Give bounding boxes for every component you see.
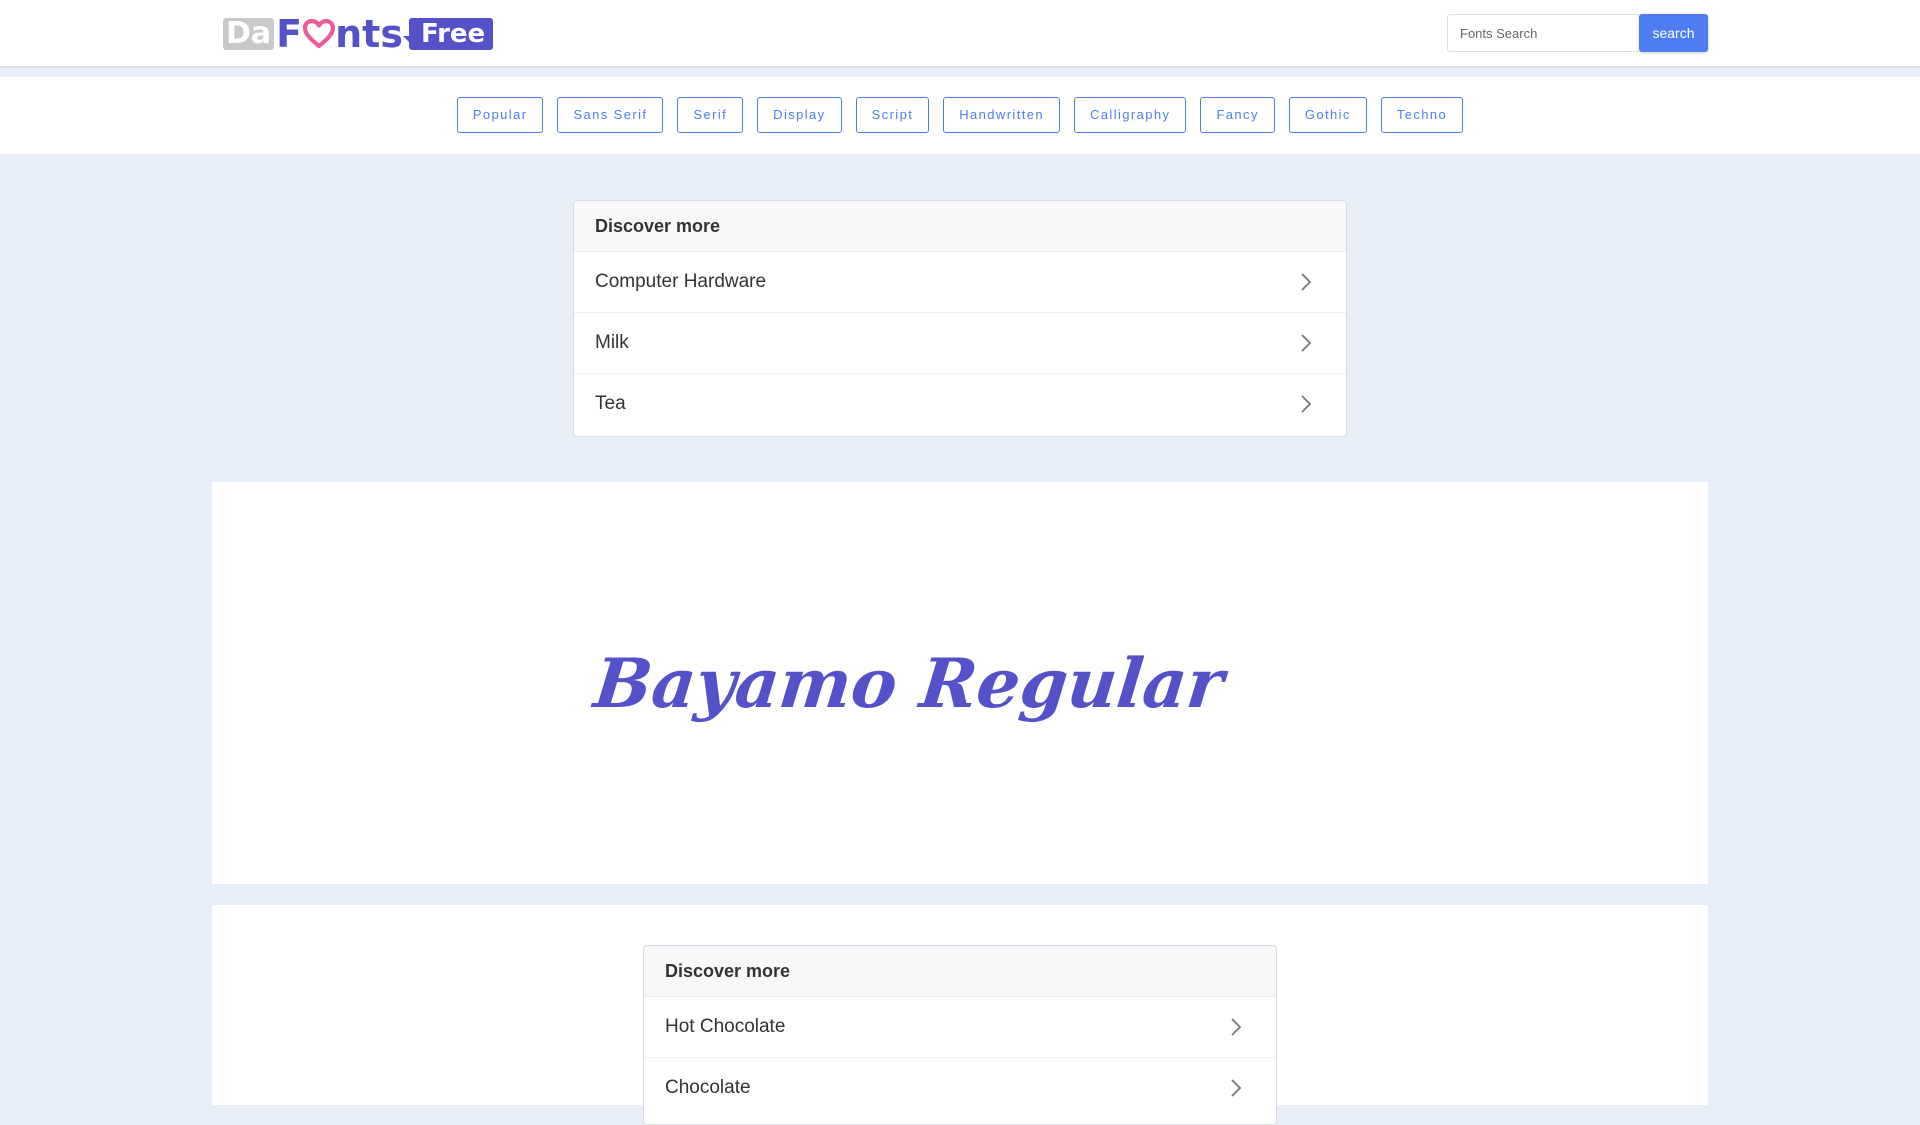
category-sans-serif-button[interactable]: Sans Serif <box>557 97 664 133</box>
search-button[interactable]: search <box>1639 14 1708 52</box>
category-serif-button[interactable]: Serif <box>677 97 744 133</box>
category-fancy-button[interactable]: Fancy <box>1200 97 1275 133</box>
category-list: Popular Sans Serif Serif Display Script Handw… <box>0 97 1920 135</box>
category-gothic-button[interactable]: Gothic <box>1288 97 1367 133</box>
heart-icon <box>303 19 336 49</box>
discover-item-label: Chocolate <box>665 1077 751 1098</box>
category-techno-button[interactable]: Techno <box>1380 97 1464 133</box>
chevron-right-icon <box>1231 1079 1242 1097</box>
category-nav: Popular Sans Serif Serif Display Script Handw… <box>0 77 1920 154</box>
logo-free-badge: Free <box>402 18 494 50</box>
discover-item-chocolate[interactable]: Chocolate <box>644 1057 1276 1118</box>
discover-item-hot-chocolate[interactable]: Hot Chocolate <box>644 996 1276 1057</box>
chevron-right-icon <box>1301 395 1312 413</box>
discover-item-tea[interactable]: Tea <box>574 373 1346 434</box>
chevron-right-icon <box>1301 273 1312 291</box>
site-logo[interactable]: Da F nts Free <box>223 12 494 56</box>
discover-more-card-top: Discover more Computer Hardware Milk Tea <box>573 200 1347 437</box>
category-calligraphy-button[interactable]: Calligraphy <box>1074 97 1187 133</box>
category-display-button[interactable]: Display <box>757 97 842 133</box>
logo-da-text: Da <box>223 18 275 50</box>
discover-more-title: Discover more <box>574 201 1346 251</box>
discover-item-label: Hot Chocolate <box>665 1016 786 1037</box>
font-preview-image[interactable]: Bayamo Regular <box>212 482 1708 884</box>
font-preview-text: Bayamo Regular <box>588 644 1232 724</box>
logo-fonts-text: F nts <box>276 12 403 56</box>
discover-item-label: Milk <box>595 332 629 353</box>
discover-item-label: Computer Hardware <box>595 271 767 292</box>
top-header: Da F nts Free search <box>0 0 1920 66</box>
search-input[interactable] <box>1447 14 1639 52</box>
discover-item-milk[interactable]: Milk <box>574 312 1346 373</box>
discover-item-label: Tea <box>595 393 626 414</box>
discover-more-card-bottom: Discover more Hot Chocolate Chocolate <box>643 945 1277 1125</box>
logo-fonts-f: F <box>276 12 303 56</box>
discover-more-title: Discover more <box>644 946 1276 996</box>
font-preview-panel: Bayamo Regular <box>212 482 1708 884</box>
logo-fonts-rest: nts <box>335 12 403 56</box>
chevron-right-icon <box>1301 334 1312 352</box>
category-popular-button[interactable]: Popular <box>456 97 544 133</box>
discover-item-computer-hardware[interactable]: Computer Hardware <box>574 251 1346 312</box>
category-script-button[interactable]: Script <box>855 97 930 133</box>
category-handwritten-button[interactable]: Handwritten <box>943 97 1061 133</box>
chevron-right-icon <box>1231 1018 1242 1036</box>
